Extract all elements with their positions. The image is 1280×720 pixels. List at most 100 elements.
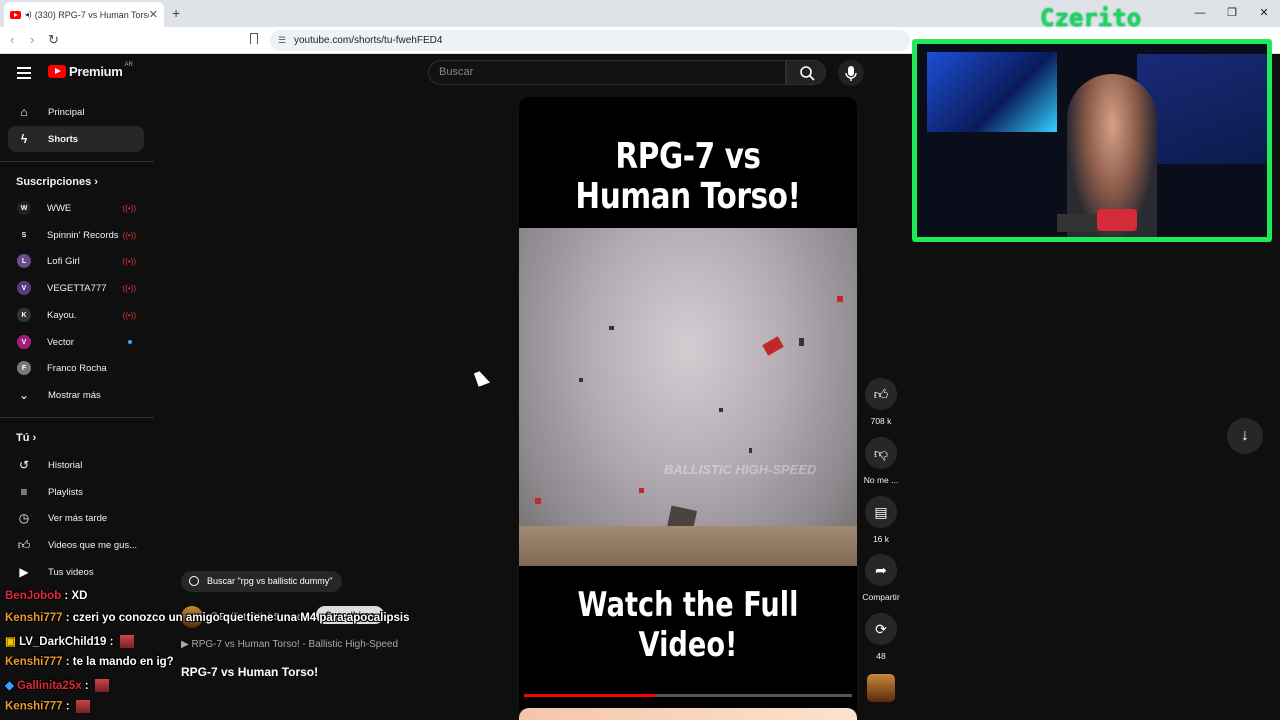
sidebar-item-vector[interactable]: V Vector xyxy=(8,329,144,355)
chat-text: : te la mando en ig? xyxy=(62,656,174,668)
reload-icon[interactable]: ↻ xyxy=(48,32,59,48)
thumbs-down-icon: 👎︎ xyxy=(865,437,897,469)
sidebar-item-vegetta777[interactable]: V VEGETTA777 ((•)) xyxy=(8,275,144,301)
debris xyxy=(799,338,804,346)
sidebar-item-franco-rocha[interactable]: F Franco Rocha xyxy=(8,355,144,381)
sidebar-item-lofi-girl[interactable]: L Lofi Girl ((•)) xyxy=(8,248,144,274)
sidebar-show-more[interactable]: ⌄ Mostrar más xyxy=(8,382,144,408)
chat-message: Kenshi777 : te la mando en ig? xyxy=(5,656,174,668)
next-short-peek[interactable] xyxy=(519,708,857,720)
close-tab-icon[interactable]: ✕ xyxy=(149,8,158,21)
channel-avatar: V xyxy=(17,335,31,349)
video-progress-bar[interactable] xyxy=(524,694,852,697)
sidebar-item-label: Videos que me gus... xyxy=(48,539,138,551)
badge-icon: ▣ xyxy=(5,636,20,648)
close-window-icon[interactable]: ✕ xyxy=(1248,0,1280,27)
live-icon: ((•)) xyxy=(122,310,136,320)
comments-button[interactable]: ▤ 16 k xyxy=(860,496,902,544)
chat-text: : XD xyxy=(61,590,88,602)
channel-avatar: W xyxy=(17,201,31,215)
subscriptions-label: Suscripciones xyxy=(16,176,92,188)
sidebar-item-principal[interactable]: ⌂ Principal xyxy=(8,99,144,125)
sidebar-item-shorts[interactable]: ϟ Shorts xyxy=(8,126,144,152)
subscriptions-header[interactable]: Suscripciones › xyxy=(16,176,98,188)
share-label: Compartir xyxy=(862,592,900,602)
sidebar-item-historial[interactable]: ↺ Historial xyxy=(8,452,144,478)
remix-icon: ⟳ xyxy=(865,613,897,645)
chat-message: ▣ LV_DarkChild19 : xyxy=(5,634,134,649)
sidebar-item-label: Kayou. xyxy=(47,309,77,321)
sidebar-item-label: Franco Rocha xyxy=(47,362,107,374)
search-suggestion-chip[interactable]: Buscar "rpg vs ballistic dummy" xyxy=(181,571,343,592)
share-button[interactable]: ➦ Compartir xyxy=(860,554,902,602)
debris xyxy=(639,488,644,493)
channel-avatar: K xyxy=(17,308,31,322)
short-video-player[interactable]: RPG-7 vs Human Torso! BALLISTIC HIGH-SPE… xyxy=(519,97,857,710)
sidebar-item-spinnin-records[interactable]: S Spinnin' Records ((•)) xyxy=(8,222,144,248)
like-button[interactable]: 👍︎ 708 k xyxy=(860,378,902,426)
sidebar-item-label: VEGETTA777 xyxy=(47,282,107,294)
new-tab-button[interactable]: + xyxy=(172,5,180,21)
video-title-line: Human Torso! xyxy=(575,176,801,217)
next-short-button[interactable]: ↓ xyxy=(1227,418,1263,454)
remix-button[interactable]: ⟳ 48 xyxy=(860,613,902,661)
chevron-down-icon: ⌄ xyxy=(18,388,30,402)
search-input[interactable]: Buscar xyxy=(428,60,786,85)
chat-user: Kenshi777 xyxy=(5,700,63,713)
chat-text: : xyxy=(81,680,92,692)
logo-region: AR xyxy=(124,61,133,68)
chevron-right-icon: › xyxy=(94,176,98,188)
sidebar-item-wwe[interactable]: W WWE ((•)) xyxy=(8,195,144,221)
chat-user: BenJobob xyxy=(5,590,62,602)
chat-user: LV_DarkChild19 xyxy=(19,636,107,648)
stream-chat-overlay: BenJobob : XD Kenshi777 : czeri yo conoz… xyxy=(0,590,410,720)
sidebar-item-kayou[interactable]: K Kayou. ((•)) xyxy=(8,302,144,328)
channel-avatar: V xyxy=(17,281,31,295)
webcam-overlay xyxy=(912,39,1272,242)
sound-thumbnail[interactable] xyxy=(867,674,895,702)
like-count: 708 k xyxy=(870,416,892,426)
comment-icon: ▤ xyxy=(865,496,897,528)
chat-message: BenJobob : XD xyxy=(5,590,87,602)
you-header[interactable]: Tú › xyxy=(16,432,36,444)
video-title-line: RPG-7 vs xyxy=(615,136,761,177)
thumbs-up-icon: 👍︎ xyxy=(865,378,897,410)
sidebar-item-playlists[interactable]: ≡ Playlists xyxy=(8,479,144,505)
search-icon xyxy=(800,66,815,81)
browser-tab[interactable]: ◂) (330) RPG-7 vs Human Torso ✕ xyxy=(4,2,164,27)
forward-icon[interactable]: › xyxy=(30,32,34,47)
youtube-logo[interactable]: Premium AR xyxy=(48,61,133,79)
sidebar-item-label: Ver más tarde xyxy=(48,512,108,524)
playlists-icon: ≡ xyxy=(20,485,28,499)
tab-title: (330) RPG-7 vs Human Torso xyxy=(34,9,149,20)
sidebar-item-tus-videos[interactable]: ▶ Tus videos xyxy=(8,559,144,585)
you-label: Tú xyxy=(16,432,30,444)
sidebar-item-ver-mas-tarde[interactable]: ◷ Ver más tarde xyxy=(8,505,144,531)
history-icon: ↺ xyxy=(18,458,30,472)
sidebar-item-label: Principal xyxy=(48,106,85,118)
sidebar-item-liked-videos[interactable]: 👍︎ Videos que me gus... xyxy=(8,532,144,558)
channel-avatar: S xyxy=(17,228,31,242)
chat-user: Kenshi777 xyxy=(5,612,63,624)
voice-search-button[interactable] xyxy=(838,60,864,86)
bookmark-icon[interactable] xyxy=(250,33,258,44)
progress-fill xyxy=(524,694,656,697)
arrow-down-icon: ↓ xyxy=(1241,427,1249,444)
sidebar-item-label: Spinnin' Records xyxy=(47,229,119,241)
url-field[interactable]: ☰ youtube.com/shorts/tu-fwehFED4 xyxy=(270,30,910,51)
minimize-icon[interactable]: — xyxy=(1184,0,1216,27)
site-info-icon[interactable]: ☰ xyxy=(278,30,286,51)
chat-text: : czeri yo conozco un amigo que tiene un… xyxy=(62,612,410,624)
emote-icon xyxy=(75,700,90,713)
search-button[interactable] xyxy=(786,60,826,85)
youtube-favicon-icon xyxy=(10,10,21,19)
menu-icon[interactable] xyxy=(17,67,31,82)
dislike-button[interactable]: 👎︎ No me ... xyxy=(860,437,902,485)
back-icon[interactable]: ‹ xyxy=(10,32,14,47)
emote-icon xyxy=(119,635,134,649)
share-icon: ➦ xyxy=(865,554,897,586)
live-icon: ((•)) xyxy=(122,230,136,240)
url-text: youtube.com/shorts/tu-fwehFED4 xyxy=(294,35,443,46)
clock-icon: ◷ xyxy=(18,511,30,525)
restore-icon[interactable]: ❐ xyxy=(1216,0,1248,27)
